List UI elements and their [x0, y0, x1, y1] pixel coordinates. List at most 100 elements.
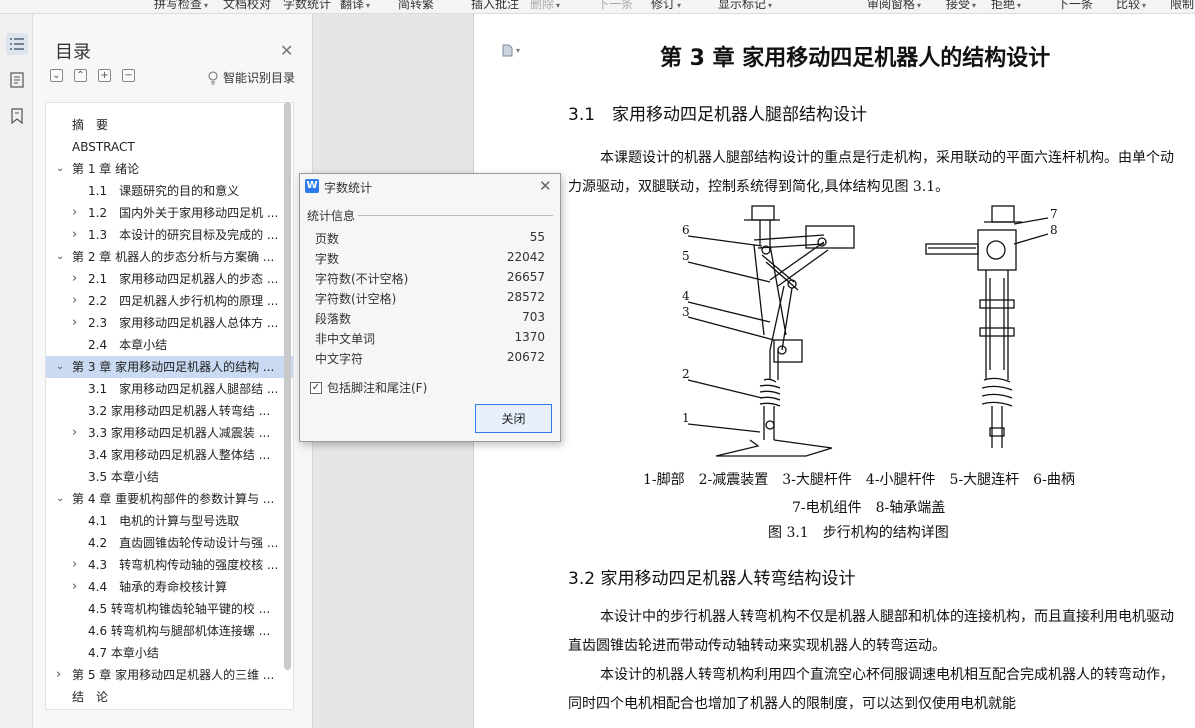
- chevron-right-icon[interactable]: ›: [72, 290, 77, 312]
- translate-button[interactable]: 翻译 ▾: [340, 0, 370, 12]
- toc-item-label: 2.3 家用移动四足机器人总体方 ...: [88, 316, 279, 330]
- toc-item[interactable]: › 2.2 四足机器人步行机构的原理 ...: [46, 290, 293, 312]
- toc-scrollbar[interactable]: [284, 102, 291, 670]
- compare-button[interactable]: 比较 ▾: [1116, 0, 1146, 12]
- toc-item-label: 参考文献: [72, 708, 120, 709]
- next-change-button[interactable]: 下一条: [1057, 0, 1093, 12]
- smart-toc-button[interactable]: 智能识别目录: [207, 69, 295, 86]
- chevron-right-icon[interactable]: ›: [56, 664, 61, 686]
- spell-check-button[interactable]: 拼写检查 ▾: [154, 0, 208, 12]
- part-number: 3: [682, 305, 690, 319]
- close-icon[interactable]: ✕: [539, 177, 552, 195]
- bookmark-icon[interactable]: [6, 105, 28, 127]
- toc-item[interactable]: 3.5 本章小结: [46, 466, 293, 488]
- page-options-icon[interactable]: ▾: [502, 44, 520, 57]
- figure-caption: 图 3.1 步行机构的结构详图: [768, 525, 949, 541]
- toc-view-icon[interactable]: [6, 33, 28, 55]
- toc-item[interactable]: › 4.4 轴承的寿命校核计算: [46, 576, 293, 598]
- toc-item-label: ABSTRACT: [72, 140, 135, 154]
- doc-proofread-button[interactable]: 文档校对: [223, 0, 271, 12]
- toc-item[interactable]: › 1.2 国内外关于家用移动四足机 ...: [46, 202, 293, 224]
- add-heading-icon[interactable]: +: [98, 69, 111, 82]
- stat-value: 26657: [506, 270, 545, 284]
- collapse-all-icon[interactable]: ⌄: [50, 69, 63, 82]
- remove-heading-icon[interactable]: −: [122, 69, 135, 82]
- next-comment-button[interactable]: 下一条: [597, 0, 633, 12]
- chevron-down-icon[interactable]: ⌄: [56, 488, 64, 510]
- toc-item[interactable]: › 3.3 家用移动四足机器人减震装 ...: [46, 422, 293, 444]
- toc-item[interactable]: › 2.1 家用移动四足机器人的步态 ...: [46, 268, 293, 290]
- nav-rail: [0, 14, 33, 728]
- word-count-button[interactable]: 字数统计: [283, 0, 331, 12]
- toc-item-label: 4.2 直齿圆锥齿轮传动设计与强 ...: [88, 536, 279, 550]
- toc-item[interactable]: 2.4 本章小结: [46, 334, 293, 356]
- part-number: 8: [1050, 223, 1058, 237]
- toc-item-label: 1.2 国内外关于家用移动四足机 ...: [88, 206, 279, 220]
- restrict-editing-button[interactable]: 限制: [1170, 0, 1194, 12]
- section-3-2-title: 3.2 家用移动四足机器人转弯结构设计: [568, 569, 856, 589]
- toc-item-label: 4.7 本章小结: [88, 646, 159, 660]
- toc-item[interactable]: › 2.3 家用移动四足机器人总体方 ...: [46, 312, 293, 334]
- toc-item[interactable]: 4.2 直齿圆锥齿轮传动设计与强 ...: [46, 532, 293, 554]
- chevron-right-icon[interactable]: ›: [72, 422, 77, 444]
- expand-up-icon[interactable]: ⌃: [74, 69, 87, 82]
- toc-item[interactable]: ⌄ 第 3 章 家用移动四足机器人的结构 ...: [46, 356, 293, 378]
- chevron-down-icon[interactable]: ⌄: [56, 158, 64, 180]
- document-page[interactable]: ▾ 第 3 章 家用移动四足机器人的结构设计 3.1 家用移动四足机器人腿部结构…: [473, 14, 1195, 728]
- chevron-right-icon[interactable]: ›: [72, 202, 77, 224]
- stat-value: 1370: [514, 330, 545, 344]
- chevron-right-icon[interactable]: ›: [72, 268, 77, 290]
- chevron-right-icon[interactable]: ›: [72, 554, 77, 576]
- toc-item[interactable]: › 4.3 转弯机构传动轴的强度校核 ...: [46, 554, 293, 576]
- toc-item[interactable]: ⌄ 第 2 章 机器人的步态分析与方案确 ...: [46, 246, 293, 268]
- delete-comment-button[interactable]: 删除 ▾: [530, 0, 560, 12]
- stat-label: 段落数: [315, 312, 352, 326]
- toc-item[interactable]: 3.1 家用移动四足机器人腿部结 ...: [46, 378, 293, 400]
- word-count-dialog: W 字数统计 ✕ 统计信息 页数 55 字数 22042 字符数(不计空格) 2665…: [299, 173, 561, 442]
- chevron-right-icon[interactable]: ›: [72, 576, 77, 598]
- close-icon[interactable]: ✕: [280, 41, 293, 60]
- toc-item-label: 2.4 本章小结: [88, 338, 168, 352]
- stat-label: 非中文单词: [315, 332, 376, 346]
- checkmark-icon: ✓: [310, 381, 322, 394]
- chevron-down-icon[interactable]: ⌄: [56, 246, 64, 268]
- show-markup-button[interactable]: 显示标记 ▾: [718, 0, 772, 12]
- toc-item[interactable]: 4.5 转弯机构锥齿轮轴平键的校 ...: [46, 598, 293, 620]
- stat-row: 页数 55: [315, 230, 545, 250]
- insert-comment-button[interactable]: 插入批注: [471, 0, 519, 12]
- toc-item-label: 4.1 电机的计算与型号选取: [88, 514, 240, 528]
- toc-item[interactable]: 3.2 家用移动四足机器人转弯结 ...: [46, 400, 293, 422]
- toc-item-label: 3.1 家用移动四足机器人腿部结 ...: [88, 382, 279, 396]
- toc-item[interactable]: 结 论: [46, 686, 293, 708]
- simplified-to-traditional-button[interactable]: 简转繁: [398, 0, 434, 12]
- toc-item[interactable]: 4.7 本章小结: [46, 642, 293, 664]
- stat-row: 字数 22042: [315, 250, 545, 270]
- review-pane-button[interactable]: 审阅窗格 ▾: [867, 0, 921, 12]
- toc-item[interactable]: 参考文献: [46, 708, 293, 709]
- stat-row: 非中文单词 1370: [315, 330, 545, 350]
- toc-item[interactable]: › 第 5 章 家用移动四足机器人的三维 ...: [46, 664, 293, 686]
- toc-item[interactable]: 4.6 转弯机构与腿部机体连接螺 ...: [46, 620, 293, 642]
- toc-item-label: 结 论: [72, 690, 109, 704]
- part-number: 1: [682, 411, 690, 425]
- toc-item[interactable]: ⌄ 第 4 章 重要机构部件的参数计算与 ...: [46, 488, 293, 510]
- smart-toc-label: 智能识别目录: [223, 71, 296, 85]
- toc-item[interactable]: 1.1 课题研究的目的和意义: [46, 180, 293, 202]
- toc-item[interactable]: ⌄ 第 1 章 绪论: [46, 158, 293, 180]
- stat-value: 28572: [506, 290, 545, 304]
- chevron-right-icon[interactable]: ›: [72, 312, 77, 334]
- toc-item[interactable]: 摘 要: [46, 114, 293, 136]
- close-button[interactable]: 关闭: [475, 404, 552, 433]
- toc-item[interactable]: 4.1 电机的计算与型号选取: [46, 510, 293, 532]
- section-3-1-title: 3.1 家用移动四足机器人腿部结构设计: [568, 105, 868, 125]
- accept-button[interactable]: 接受 ▾: [946, 0, 976, 12]
- reject-button[interactable]: 拒绝 ▾: [991, 0, 1021, 12]
- toc-item[interactable]: › 1.3 本设计的研究目标及完成的 ...: [46, 224, 293, 246]
- toc-item[interactable]: 3.4 家用移动四足机器人整体结 ...: [46, 444, 293, 466]
- track-changes-button[interactable]: 修订 ▾: [651, 0, 681, 12]
- chevron-right-icon[interactable]: ›: [72, 224, 77, 246]
- chevron-down-icon[interactable]: ⌄: [56, 356, 64, 378]
- document-outline-icon[interactable]: [6, 69, 28, 91]
- toc-item[interactable]: ABSTRACT: [46, 136, 293, 158]
- include-footnotes-checkbox[interactable]: ✓ 包括脚注和尾注(F): [310, 379, 427, 396]
